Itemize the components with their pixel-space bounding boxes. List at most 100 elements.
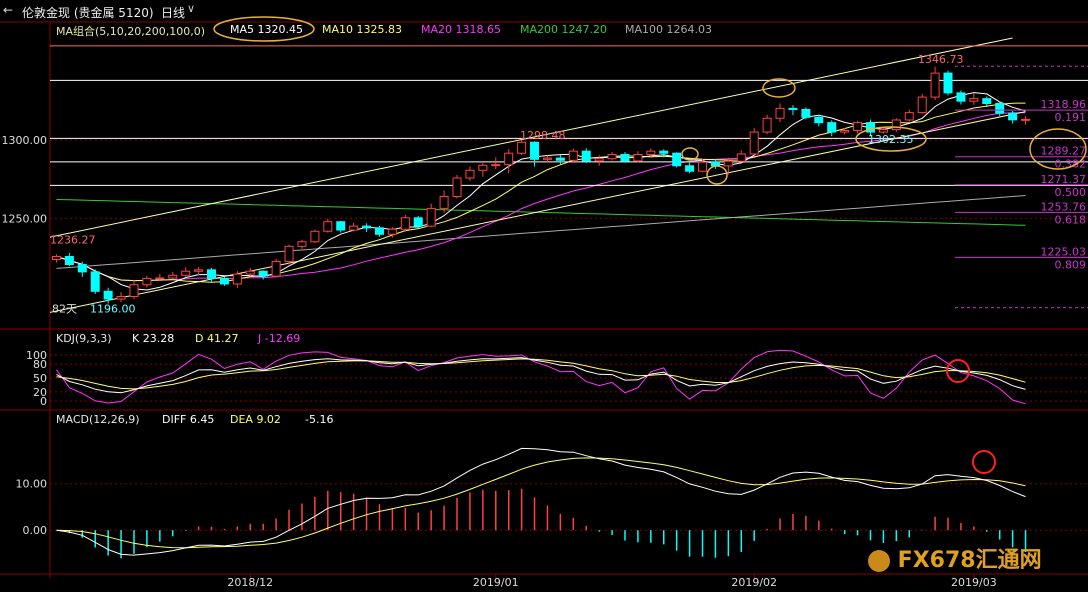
candle-body [90, 271, 100, 292]
price-annotation: 1196.00 [90, 302, 136, 315]
candle-body [168, 274, 178, 279]
fib-ratio-label: 0.809 [1055, 258, 1087, 271]
price-annotation: 1298.48 [520, 129, 566, 142]
fib-ratio-label: 0.618 [1055, 213, 1087, 226]
x-tick-label: 2018/12 [227, 576, 273, 589]
candle-body [685, 165, 695, 172]
fib-price-label: 1253.76 [1041, 200, 1087, 213]
candle-body [181, 270, 191, 276]
candle-body [51, 256, 61, 260]
candle-body [103, 290, 113, 300]
macd-y-tick-label: 0.00 [23, 524, 48, 537]
candle-body [284, 245, 294, 263]
candle-body [336, 221, 346, 231]
watermark-suffix: 汇通网 [975, 548, 1042, 573]
signal-marker-circle [972, 450, 996, 474]
fib-price-label: 1225.03 [1041, 245, 1087, 258]
candlestick-chart[interactable]: 1300.001250.00100805020010.000.002018/12… [0, 0, 1088, 592]
candle-body [219, 277, 229, 285]
x-tick-label: 2019/01 [473, 576, 519, 589]
kdj-d-line [56, 358, 1026, 390]
candle-body [594, 158, 604, 162]
kdj-y-tick-label: 50 [33, 372, 47, 385]
candle-body [788, 107, 798, 110]
candle-body [452, 177, 462, 197]
candle-body [400, 217, 410, 230]
candle-body [568, 150, 578, 161]
candle-body [439, 195, 449, 209]
candle-body [542, 157, 552, 160]
price-annotation: 1302.35 [868, 133, 914, 146]
price-annotation: 1346.73 [918, 53, 964, 66]
candle-body [698, 161, 708, 172]
candle-body [982, 98, 992, 105]
candle-body [207, 269, 217, 279]
candle-body [194, 269, 204, 272]
candle-body [491, 164, 501, 167]
kdj-y-tick-label: 0 [40, 395, 47, 408]
candle-body [995, 103, 1005, 114]
candle-body [723, 160, 733, 167]
candle-body [77, 264, 87, 273]
candle-body [426, 207, 436, 227]
candle-body [116, 295, 126, 300]
watermark-logo-icon [868, 550, 890, 572]
candle-body [413, 217, 423, 227]
candle-body [349, 225, 359, 231]
candle-body [387, 228, 397, 235]
candle-body [258, 270, 268, 277]
candle-body [672, 152, 682, 167]
candle-body [646, 150, 656, 155]
candle-body [555, 157, 565, 161]
candle-body [504, 152, 514, 166]
candle-body [155, 277, 165, 280]
candle-body [297, 241, 307, 247]
ma100-line [56, 195, 1026, 269]
x-tick-label: 2019/02 [731, 576, 777, 589]
candle-body [775, 107, 785, 119]
candle-body [142, 277, 152, 286]
candle-body [801, 108, 811, 118]
candle-body [814, 116, 824, 124]
candle-body [129, 284, 139, 297]
candle-body [891, 119, 901, 131]
candle-body [1021, 118, 1031, 121]
candle-body [659, 150, 669, 154]
candle-body [620, 153, 630, 162]
candle-body [736, 153, 746, 162]
candle-body [607, 153, 617, 160]
candle-body [633, 153, 643, 162]
candle-body [362, 225, 372, 229]
highlight-ellipse [213, 16, 315, 42]
fib-price-label: 1318.96 [1041, 98, 1087, 111]
candle-body [530, 141, 540, 160]
candle-body [956, 92, 966, 102]
candle-body [310, 230, 320, 243]
candle-body [917, 96, 927, 114]
candle-body [827, 122, 837, 133]
kdj-y-tick-label: 80 [33, 358, 47, 371]
price-annotation: 1236.27 [50, 234, 96, 247]
highlight-ellipse [762, 78, 796, 98]
price-y-tick-label: 1250.00 [2, 212, 48, 225]
candle-body [840, 129, 850, 133]
candle-body [762, 117, 772, 133]
candle-body [465, 169, 475, 179]
fib-ratio-label: 0.191 [1055, 111, 1087, 124]
macd-dea-line [56, 457, 1026, 549]
fib-price-label: 1271.37 [1041, 173, 1087, 186]
candle-body [232, 273, 242, 285]
candle-body [323, 221, 333, 232]
candle-body [581, 150, 591, 162]
fib-ratio-label: 0.500 [1055, 186, 1087, 199]
watermark: FX678汇通网 [868, 542, 1042, 574]
days-count-label: 82天 [52, 302, 77, 315]
macd-diff-line [56, 447, 1026, 556]
candle-body [478, 164, 488, 171]
candle-body [1008, 112, 1018, 121]
macd-y-tick-label: 10.00 [16, 478, 48, 491]
candle-body [853, 122, 863, 131]
candle-body [245, 270, 255, 275]
candle-body [271, 261, 281, 277]
fib-price-label: 1289.27 [1041, 145, 1087, 158]
